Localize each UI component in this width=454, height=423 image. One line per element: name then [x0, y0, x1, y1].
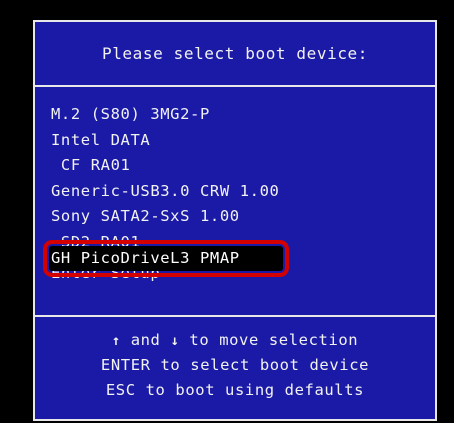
boot-device-sd2-ra01[interactable]: SD2 RA01: [49, 230, 283, 246]
boot-device-picodrive-selected[interactable]: GH PicoDriveL3 PMAP: [43, 239, 289, 277]
boot-device-generic-usb[interactable]: Generic-USB3.0 CRW 1.00: [49, 179, 283, 205]
help-line-enter: ENTER to select boot device: [100, 356, 370, 374]
help-line-esc: ESC to boot using defaults: [105, 381, 365, 399]
boot-device-list: M.2 (S80) 3MG2-P Intel DATA CF RA01 Gene…: [43, 102, 289, 285]
boot-device-sony-sxs[interactable]: Sony SATA2-SxS 1.00: [49, 204, 283, 230]
bios-screen: Please select boot device: M.2 (S80) 3MG…: [20, 12, 442, 421]
help-move-text: to move selection: [179, 331, 359, 349]
boot-device-intel-data[interactable]: Intel DATA: [49, 128, 283, 154]
title-divider: [35, 85, 435, 87]
help-divider: [35, 315, 435, 317]
boot-menu-panel: Please select boot device: M.2 (S80) 3MG…: [33, 20, 437, 421]
help-and-text: and: [120, 331, 171, 349]
up-arrow-icon: ↑: [111, 333, 121, 349]
boot-device-cf-ra01[interactable]: CF RA01: [49, 153, 283, 179]
help-line-navigation: ↑ and ↓ to move selection: [35, 328, 435, 353]
boot-menu-title: Please select boot device:: [101, 44, 369, 63]
help-text: ↑ and ↓ to move selection ENTER to selec…: [35, 328, 435, 403]
boot-device-m2[interactable]: M.2 (S80) 3MG2-P: [49, 102, 283, 128]
enter-setup-option[interactable]: Enter Setup: [49, 271, 283, 285]
